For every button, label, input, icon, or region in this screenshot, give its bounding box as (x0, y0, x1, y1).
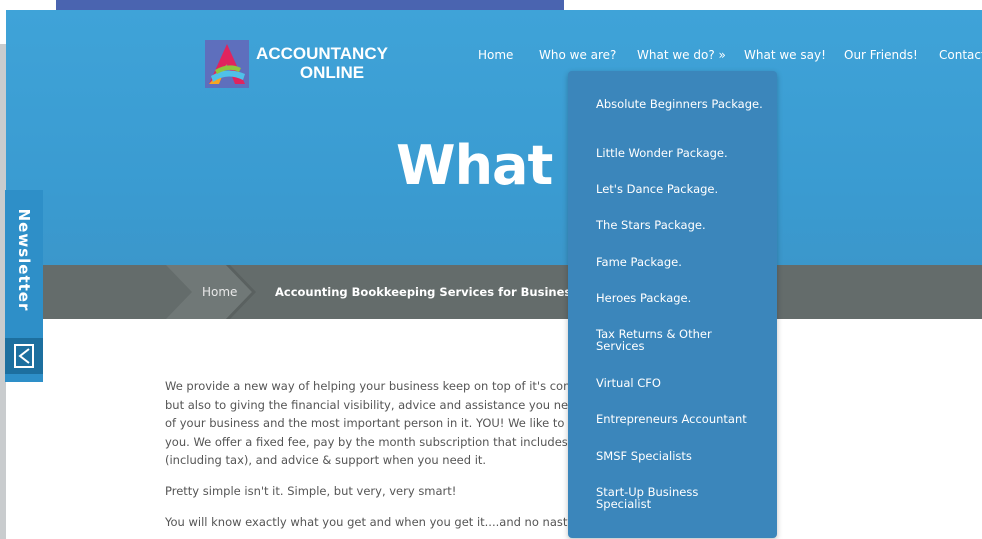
nav-our-friends[interactable]: Our Friends! (844, 48, 918, 68)
dropdown-item-virtual-cfo[interactable]: Virtual CFO (596, 377, 766, 389)
nav-home[interactable]: Home (478, 48, 513, 68)
logo[interactable]: ACCOUNTANCY ONLINE (205, 40, 395, 88)
content-line: We provide a new way of helping your bus… (165, 379, 582, 393)
dropdown-item-tax-returns[interactable]: Tax Returns & Other Services (596, 328, 726, 352)
dropdown-item-absolute-beginners[interactable]: Absolute Beginners Package. (596, 98, 766, 110)
what-we-do-dropdown: Absolute Beginners Package. Little Wonde… (568, 71, 777, 538)
content-paragraph: You will know exactly what you get and w… (165, 514, 584, 529)
dropdown-item-smsf[interactable]: SMSF Specialists (596, 450, 766, 462)
breadcrumb-home[interactable]: Home (202, 285, 237, 299)
newsletter-arrow-icon[interactable] (5, 338, 43, 374)
content-line: of your business and the most important … (165, 416, 575, 431)
dropdown-item-start-up[interactable]: Start-Up Business Specialist (596, 486, 716, 510)
content-line: (including tax), and advice & support wh… (165, 453, 487, 468)
logo-line2: ONLINE (299, 63, 365, 82)
logo-line1: ACCOUNTANCY (256, 44, 388, 63)
dropdown-item-fame[interactable]: Fame Package. (596, 256, 766, 268)
newsletter-label: Newsletter (5, 190, 43, 330)
breadcrumb-current: Accounting Bookkeeping Services for Busi… (275, 285, 579, 299)
dropdown-item-heroes[interactable]: Heroes Package. (596, 292, 766, 304)
nav-contact[interactable]: Contact (939, 48, 982, 68)
logo-mark-icon (205, 40, 249, 88)
content-paragraph: Pretty simple isn't it. Simple, but very… (165, 483, 457, 498)
dropdown-item-lets-dance[interactable]: Let's Dance Package. (596, 183, 766, 195)
nav-what-we-say[interactable]: What we say! (744, 48, 826, 68)
breadcrumb: Home Accounting Bookkeeping Services for… (6, 265, 982, 319)
newsletter-text: Newsletter (15, 208, 33, 312)
dropdown-item-entrepreneurs[interactable]: Entrepreneurs Accountant (596, 413, 776, 425)
content-line: you. We offer a fixed fee, pay by the mo… (165, 434, 579, 449)
main-content: We provide a new way of helping your bus… (165, 377, 585, 531)
logo-text: ACCOUNTANCY ONLINE (249, 44, 395, 82)
content-line: but also to giving the financial visibil… (165, 397, 583, 412)
nav-who-we-are[interactable]: Who we are? (539, 48, 616, 68)
newsletter-tab[interactable]: Newsletter (5, 190, 43, 382)
hero-banner: ACCOUNTANCY ONLINE Home Who we are? What… (6, 10, 982, 265)
dropdown-item-little-wonder[interactable]: Little Wonder Package. (596, 147, 766, 159)
nav-what-we-do[interactable]: What we do? » (637, 48, 726, 68)
page-title: What (396, 134, 553, 197)
dropdown-item-the-stars[interactable]: The Stars Package. (596, 219, 766, 231)
top-strip (56, 0, 564, 10)
